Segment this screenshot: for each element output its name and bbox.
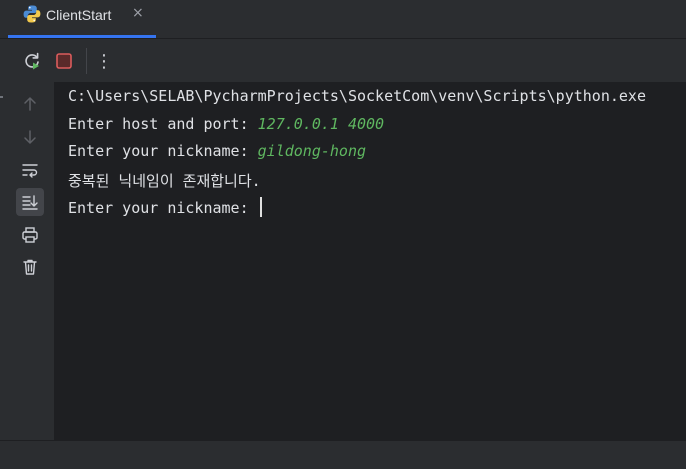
run-tabbar: ClientStart × — [0, 0, 686, 39]
console-line-command: C:\Users\SELAB\PycharmProjects\SocketCom… — [68, 87, 646, 105]
tab-clientstart[interactable]: ClientStart × — [8, 0, 156, 38]
rerun-button[interactable] — [20, 49, 44, 73]
clear-all-button[interactable] — [16, 253, 44, 281]
print-button[interactable] — [16, 221, 44, 249]
console-line-nickname-prompt: Enter your nickname: gildong-hong — [68, 142, 366, 160]
scroll-up-button[interactable] — [16, 90, 44, 118]
text-cursor — [259, 197, 262, 217]
tab-close-icon[interactable]: × — [132, 5, 144, 21]
user-input-text: gildong-hong — [257, 142, 367, 160]
soft-wrap-icon — [22, 164, 38, 178]
stop-icon — [56, 53, 72, 69]
prompt-text: Enter host and port: — [68, 115, 258, 133]
console-line-duplicate-error: 중복된 닉네임이 존재합니다. — [68, 172, 261, 190]
scroll-to-end-button[interactable] — [16, 188, 44, 216]
edge-marker — [0, 96, 3, 98]
stop-button[interactable] — [52, 49, 76, 73]
console-line-nickname-prompt-active[interactable]: Enter your nickname: — [68, 197, 262, 217]
prompt-text: Enter your nickname: — [68, 142, 258, 160]
run-toolbar: ⋮ — [0, 39, 686, 82]
python-icon — [22, 4, 42, 24]
scroll-up-icon — [24, 97, 36, 111]
console-side-toolbar — [4, 82, 54, 440]
soft-wrap-button[interactable] — [16, 156, 44, 184]
more-vertical-icon: ⋮ — [95, 50, 113, 72]
clear-all-icon — [23, 259, 37, 275]
console-output[interactable]: C:\Users\SELAB\PycharmProjects\SocketCom… — [54, 82, 686, 440]
prompt-text: Enter your nickname: — [68, 199, 258, 217]
scroll-down-icon — [24, 130, 36, 144]
scroll-to-end-icon — [22, 195, 38, 210]
status-bar — [0, 440, 686, 469]
console-line-host-prompt: Enter host and port: 127.0.0.1 4000 — [68, 115, 384, 133]
toolbar-separator — [86, 48, 87, 74]
user-input-text: 127.0.0.1 4000 — [257, 115, 385, 133]
print-icon — [22, 227, 38, 243]
more-options-button[interactable]: ⋮ — [92, 49, 116, 73]
rerun-icon — [25, 52, 39, 70]
scroll-down-button[interactable] — [16, 123, 44, 151]
active-tab-indicator — [8, 35, 156, 38]
tab-label: ClientStart — [46, 7, 112, 23]
